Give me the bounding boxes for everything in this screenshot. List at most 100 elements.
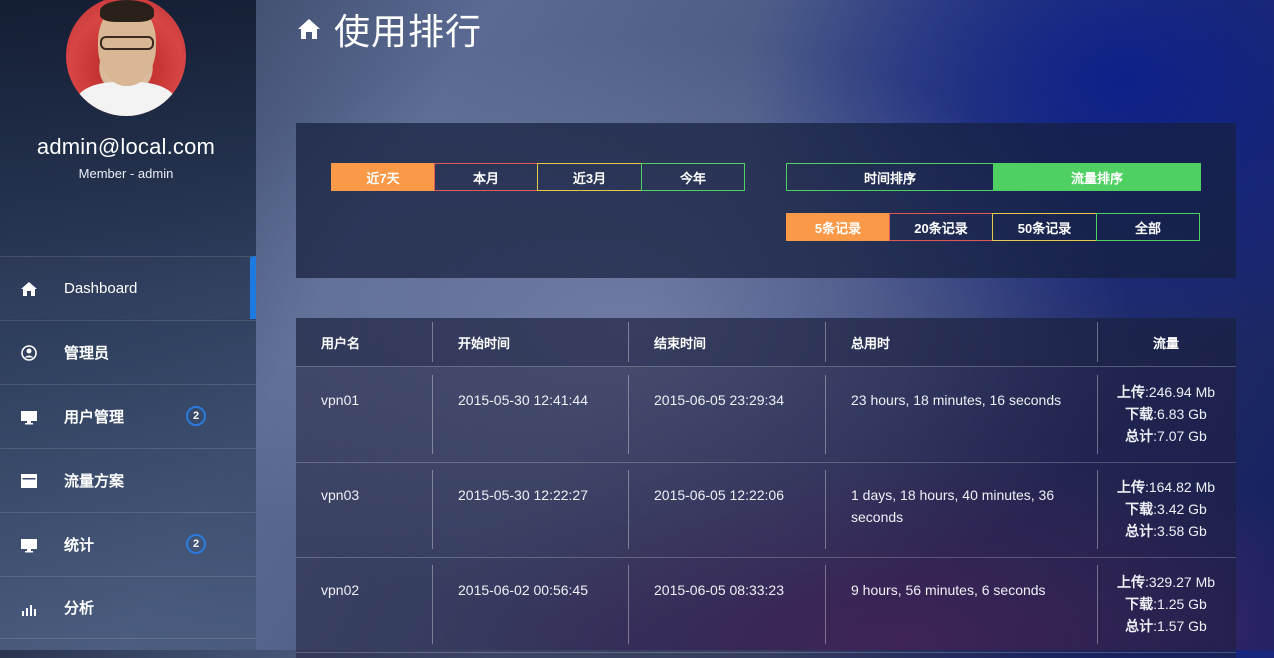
traffic-upload-value: :329.27 Mb: [1144, 574, 1216, 590]
cell-start-time: 2015-05-30 12:41:44: [458, 392, 588, 408]
limit-20-button[interactable]: 20条记录: [889, 213, 993, 241]
period-this-month-button[interactable]: 本月: [434, 163, 538, 191]
cell-start-time: 2015-06-02 00:56:45: [458, 582, 588, 598]
filter-panel: 近7天 本月 近3月 今年 时间排序 流量排序 5条记录 20条记录 50条记录…: [296, 123, 1236, 278]
cell-start-time: 2015-05-30 12:22:27: [458, 487, 588, 503]
column-header-duration[interactable]: 总用时: [851, 318, 890, 366]
sort-by-time-button[interactable]: 时间排序: [786, 163, 994, 191]
sidebar-item-user-management[interactable]: 用户管理 2: [0, 384, 256, 447]
traffic-download-label: 下载: [1125, 596, 1154, 612]
traffic-download-value: :3.42 Gb: [1153, 501, 1207, 517]
column-divider: [628, 322, 629, 362]
traffic-download-value: :6.83 Gb: [1153, 406, 1207, 422]
column-divider: [432, 470, 433, 549]
column-header-username[interactable]: 用户名: [321, 318, 360, 366]
traffic-download: 下载:1.25 Gb: [1098, 593, 1234, 615]
avatar-hair: [100, 0, 154, 22]
monitor-icon: [21, 411, 37, 425]
column-divider: [628, 470, 629, 549]
table-row[interactable]: vpn01 2015-05-30 12:41:44 2015-06-05 23:…: [296, 367, 1236, 463]
column-divider: [432, 322, 433, 362]
cell-username: vpn03: [321, 487, 360, 503]
sidebar-item-admin[interactable]: 管理员: [0, 320, 256, 383]
traffic-upload: 上传:246.94 Mb: [1098, 381, 1234, 403]
cell-traffic: 上传:164.82 Mb 下载:3.42 Gb 总计:3.58 Gb: [1098, 476, 1234, 542]
traffic-total: 总计:1.57 Gb: [1098, 615, 1234, 637]
count-badge: 2: [186, 534, 206, 554]
sort-by-traffic-button[interactable]: 流量排序: [993, 163, 1201, 191]
cell-end-time: 2015-06-05 23:29:34: [654, 392, 784, 408]
traffic-upload-label: 上传: [1116, 574, 1145, 590]
user-circle-icon: [21, 345, 37, 361]
sidebar-item-label: Dashboard: [64, 279, 138, 297]
column-divider: [825, 470, 826, 549]
table-row[interactable]: vpn02 2015-06-02 00:56:45 2015-06-05 08:…: [296, 557, 1236, 653]
count-badge: 2: [186, 406, 206, 426]
period-this-year-button[interactable]: 今年: [641, 163, 745, 191]
column-divider: [628, 375, 629, 454]
traffic-download-value: :1.25 Gb: [1153, 596, 1207, 612]
period-7days-button[interactable]: 近7天: [331, 163, 435, 191]
avatar[interactable]: [66, 0, 186, 116]
sidebar-item-label: 分析: [64, 600, 95, 617]
period-3months-button[interactable]: 近3月: [537, 163, 642, 191]
traffic-total-value: :1.57 Gb: [1153, 618, 1207, 634]
cell-duration: 1 days, 18 hours, 40 minutes, 36 seconds: [851, 487, 1055, 525]
column-divider: [825, 322, 826, 362]
column-divider: [1097, 322, 1098, 362]
traffic-upload-label: 上传: [1116, 384, 1145, 400]
traffic-download: 下载:3.42 Gb: [1098, 498, 1234, 520]
bar-chart-icon: [22, 605, 36, 616]
sidebar-item-statistics[interactable]: 统计 2: [0, 512, 256, 575]
cell-end-time: 2015-06-05 12:22:06: [654, 487, 784, 503]
sort-button-group: 时间排序 流量排序: [786, 163, 1201, 191]
limit-5-button[interactable]: 5条记录: [786, 213, 890, 241]
traffic-total-value: :3.58 Gb: [1153, 523, 1207, 539]
traffic-download-label: 下载: [1125, 406, 1154, 422]
column-header-end-time[interactable]: 结束时间: [654, 318, 706, 366]
traffic-upload: 上传:329.27 Mb: [1098, 571, 1234, 593]
sidebar-item-analysis[interactable]: 分析: [0, 576, 256, 639]
column-divider: [825, 565, 826, 644]
home-icon: [298, 19, 320, 39]
traffic-upload-value: :164.82 Mb: [1144, 479, 1216, 495]
usage-ranking-table: 用户名 开始时间 结束时间 总用时 流量 vpn01 2015-05-30 12…: [296, 318, 1236, 658]
cell-duration: 9 hours, 56 minutes, 6 seconds: [851, 582, 1046, 598]
table-header: 用户名 开始时间 结束时间 总用时 流量: [296, 318, 1236, 367]
home-icon: [21, 282, 37, 296]
page-header: 使用排行: [296, 6, 482, 52]
traffic-upload: 上传:164.82 Mb: [1098, 476, 1234, 498]
cell-traffic: 上传:329.27 Mb 下载:1.25 Gb 总计:1.57 Gb: [1098, 571, 1234, 637]
period-button-group: 近7天 本月 近3月 今年: [331, 163, 745, 191]
sidebar-item-traffic-plan[interactable]: 流量方案: [0, 448, 256, 511]
limit-all-button[interactable]: 全部: [1096, 213, 1200, 241]
avatar-glasses: [100, 36, 154, 50]
avatar-shirt: [76, 82, 176, 116]
traffic-total-label: 总计: [1125, 618, 1154, 634]
column-divider: [432, 565, 433, 644]
profile-email: admin@local.com: [36, 134, 216, 159]
profile-panel: admin@local.com Member - admin: [0, 0, 256, 256]
calendar-icon: [21, 474, 37, 488]
monitor-icon: [21, 539, 37, 553]
traffic-total-label: 总计: [1125, 523, 1154, 539]
traffic-total-label: 总计: [1125, 428, 1154, 444]
column-header-traffic[interactable]: 流量: [1098, 318, 1234, 366]
column-divider: [825, 375, 826, 454]
sidebar-item-label: 用户管理: [64, 408, 125, 426]
table-row[interactable]: vpn03 2015-05-30 12:22:27 2015-06-05 12:…: [296, 462, 1236, 558]
column-header-start-time[interactable]: 开始时间: [458, 318, 510, 366]
column-divider: [432, 375, 433, 454]
cell-username: vpn01: [321, 392, 360, 408]
traffic-total: 总计:3.58 Gb: [1098, 520, 1234, 542]
cell-username: vpn02: [321, 582, 360, 598]
traffic-upload-value: :246.94 Mb: [1144, 384, 1216, 400]
sidebar-item-dashboard[interactable]: Dashboard: [0, 256, 256, 319]
cell-end-time: 2015-06-05 08:33:23: [654, 582, 784, 598]
traffic-total-value: :7.07 Gb: [1153, 428, 1207, 444]
sidebar-item-label: 管理员: [64, 344, 110, 362]
limit-50-button[interactable]: 50条记录: [992, 213, 1097, 241]
limit-button-group: 5条记录 20条记录 50条记录 全部: [786, 213, 1200, 241]
traffic-download: 下载:6.83 Gb: [1098, 403, 1234, 425]
cell-duration: 23 hours, 18 minutes, 16 seconds: [851, 392, 1062, 408]
